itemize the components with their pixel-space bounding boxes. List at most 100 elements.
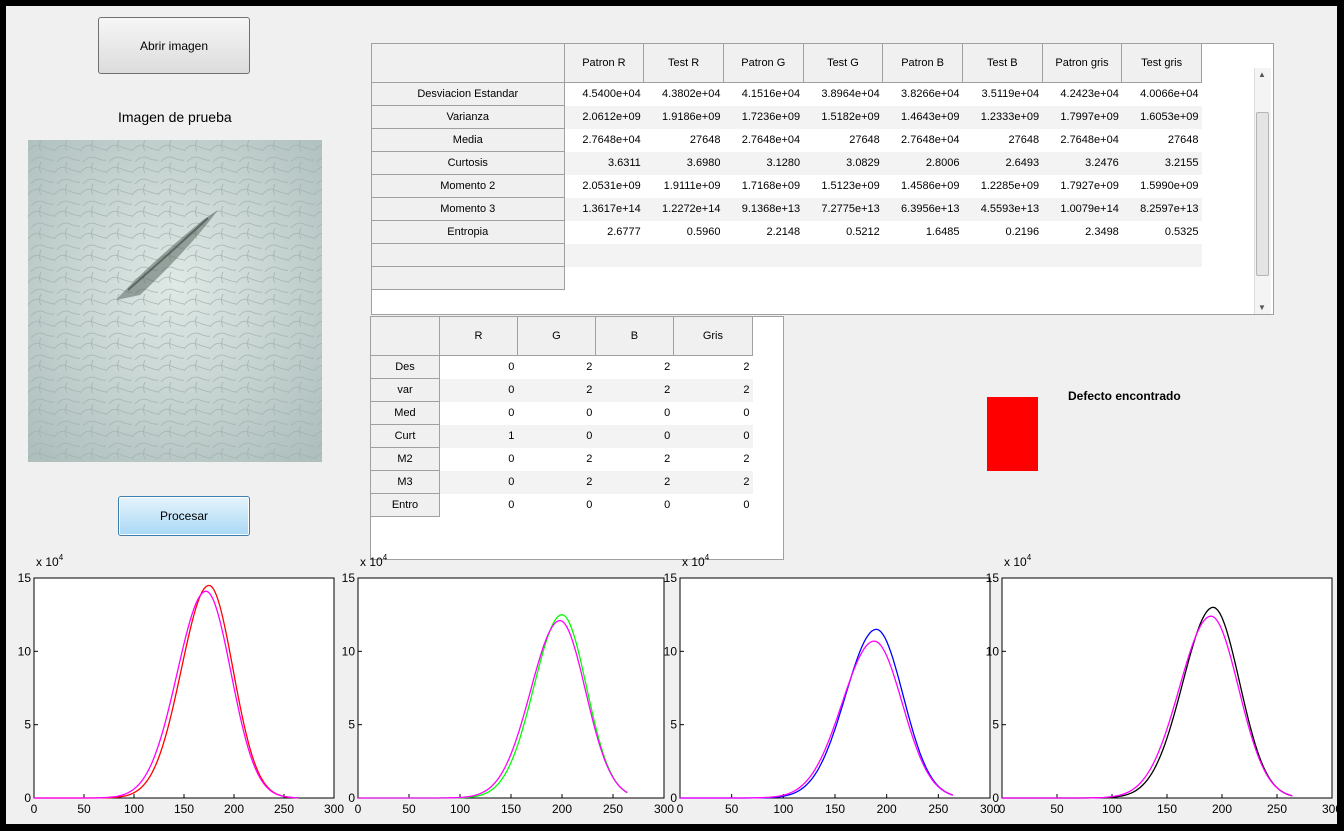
table-cell[interactable] (564, 267, 644, 290)
table-cell[interactable]: 3.6980 (643, 151, 724, 175)
table-cell[interactable]: 4.0066e+04 (1122, 83, 1202, 106)
table-cell[interactable]: 2 (595, 356, 673, 379)
table-cell[interactable]: 1.4586e+09 (883, 175, 963, 198)
table-cell[interactable] (1121, 243, 1202, 267)
table-cell[interactable] (643, 243, 724, 267)
table-cell[interactable]: 7.2775e+13 (803, 197, 883, 221)
table-cell[interactable]: 3.2476 (1042, 151, 1122, 175)
table-cell[interactable]: 8.2597e+13 (1121, 197, 1202, 221)
table-cell[interactable]: 2.6493 (962, 151, 1043, 175)
table-cell[interactable]: 1.3617e+14 (564, 197, 644, 221)
table-cell[interactable]: 0.5325 (1122, 221, 1202, 244)
table-cell[interactable]: 27648 (644, 129, 724, 152)
table-cell[interactable]: 2 (673, 448, 752, 471)
table-cell[interactable]: 0 (595, 494, 673, 517)
table-cell[interactable] (882, 243, 963, 267)
table-cell[interactable]: 1.2272e+14 (643, 197, 724, 221)
table-cell[interactable]: 3.2155 (1121, 151, 1202, 175)
table-cell[interactable]: 2 (595, 378, 674, 402)
table-cell[interactable]: 0 (517, 424, 596, 448)
table-cell[interactable] (723, 267, 803, 290)
table-cell[interactable]: 1.7997e+09 (1042, 105, 1122, 129)
table-cell[interactable]: 27648 (803, 129, 883, 152)
statistics-table[interactable]: Patron R Test R Patron G Test G Patron B Test… (371, 43, 1274, 315)
table-cell[interactable]: 0 (439, 402, 517, 425)
table-cell[interactable]: 0 (673, 494, 752, 517)
table-cell[interactable] (1042, 267, 1122, 290)
table-cell[interactable]: 0 (595, 424, 674, 448)
table-cell[interactable]: 0 (595, 402, 673, 425)
table-scrollbar[interactable]: ▲ ▼ (1254, 68, 1271, 314)
table-cell[interactable]: 0 (439, 378, 518, 402)
open-image-button[interactable]: Abrir imagen (98, 17, 250, 74)
table-cell[interactable]: 1.0079e+14 (1042, 197, 1122, 221)
table-cell[interactable]: 2 (673, 470, 753, 494)
table-cell[interactable]: 1.9186e+09 (643, 105, 724, 129)
table-cell[interactable]: 4.5593e+13 (962, 197, 1043, 221)
table-cell[interactable]: 27648 (962, 129, 1042, 152)
table-cell[interactable]: 2.0612e+09 (564, 105, 644, 129)
table-cell[interactable]: 2.3498 (1042, 221, 1122, 244)
table-cell[interactable]: 1.6053e+09 (1121, 105, 1202, 129)
table-cell[interactable]: 1.7168e+09 (723, 175, 803, 198)
table-cell[interactable]: 2.2148 (723, 221, 803, 244)
scroll-down-icon[interactable]: ▼ (1258, 303, 1266, 312)
table-cell[interactable]: 1.5182e+09 (803, 105, 883, 129)
table-cell[interactable]: 1.7236e+09 (723, 105, 804, 129)
table-cell[interactable]: 2.0531e+09 (564, 175, 644, 198)
table-cell[interactable]: 0 (439, 470, 518, 494)
table-cell[interactable]: 2 (673, 356, 752, 379)
table-cell[interactable]: 1.5123e+09 (803, 175, 883, 198)
table-cell[interactable] (803, 267, 883, 290)
table-cell[interactable]: 0 (439, 494, 517, 517)
table-cell[interactable]: 3.1280 (723, 151, 804, 175)
table-cell[interactable]: 2 (595, 448, 673, 471)
table-cell[interactable]: 1.2333e+09 (962, 105, 1043, 129)
table-cell[interactable] (1042, 243, 1122, 267)
table-cell[interactable]: 2.8006 (882, 151, 963, 175)
table-cell[interactable]: 3.8266e+04 (883, 83, 963, 106)
table-cell[interactable]: 0 (517, 402, 595, 425)
table-cell[interactable]: 3.5119e+04 (962, 83, 1042, 106)
table-cell[interactable]: 0.5212 (803, 221, 883, 244)
table-cell[interactable]: 2 (517, 470, 596, 494)
table-cell[interactable]: 2 (517, 378, 596, 402)
table-cell[interactable]: 2.6777 (564, 221, 644, 244)
table-cell[interactable] (723, 243, 804, 267)
table-cell[interactable]: 3.8964e+04 (803, 83, 883, 106)
table-cell[interactable]: 1.7927e+09 (1042, 175, 1122, 198)
table-cell[interactable]: 4.1516e+04 (723, 83, 803, 106)
table-cell[interactable]: 2.7648e+04 (723, 129, 803, 152)
table-cell[interactable]: 2 (673, 378, 753, 402)
table-cell[interactable]: 1 (439, 424, 518, 448)
table-cell[interactable]: 2.7648e+04 (1042, 129, 1122, 152)
table-cell[interactable]: 2 (595, 470, 674, 494)
table-cell[interactable]: 9.1368e+13 (723, 197, 804, 221)
process-button[interactable]: Procesar (118, 496, 250, 536)
table-cell[interactable]: 0 (439, 448, 517, 471)
table-cell[interactable]: 2 (517, 448, 595, 471)
table-cell[interactable]: 2 (517, 356, 595, 379)
table-cell[interactable] (962, 267, 1042, 290)
table-cell[interactable]: 2.7648e+04 (883, 129, 963, 152)
table-cell[interactable] (803, 243, 883, 267)
table-cell[interactable]: 6.3956e+13 (882, 197, 963, 221)
table-cell[interactable] (564, 243, 644, 267)
table-cell[interactable]: 1.9111e+09 (644, 175, 724, 198)
table-cell[interactable]: 4.5400e+04 (564, 83, 644, 106)
table-cell[interactable]: 3.6311 (564, 151, 644, 175)
table-cell[interactable]: 0 (517, 494, 595, 517)
table-cell[interactable]: 1.4643e+09 (882, 105, 963, 129)
result-table[interactable]: R G B Gris Des 0 2 2 2 var 0 2 2 2 Med 0 0 0 0 Curt 1 0 0 0 M2 0… (370, 316, 784, 560)
table-cell[interactable]: 27648 (1122, 129, 1202, 152)
table-cell[interactable]: 2.7648e+04 (564, 129, 644, 152)
table-cell[interactable] (883, 267, 963, 290)
table-cell[interactable]: 0.2196 (962, 221, 1042, 244)
table-cell[interactable]: 1.6485 (883, 221, 963, 244)
table-cell[interactable]: 1.5990e+09 (1122, 175, 1202, 198)
table-cell[interactable]: 0 (673, 402, 752, 425)
table-cell[interactable] (644, 267, 724, 290)
table-cell[interactable]: 4.2423e+04 (1042, 83, 1122, 106)
table-cell[interactable]: 1.2285e+09 (962, 175, 1042, 198)
scroll-up-icon[interactable]: ▲ (1258, 70, 1266, 79)
